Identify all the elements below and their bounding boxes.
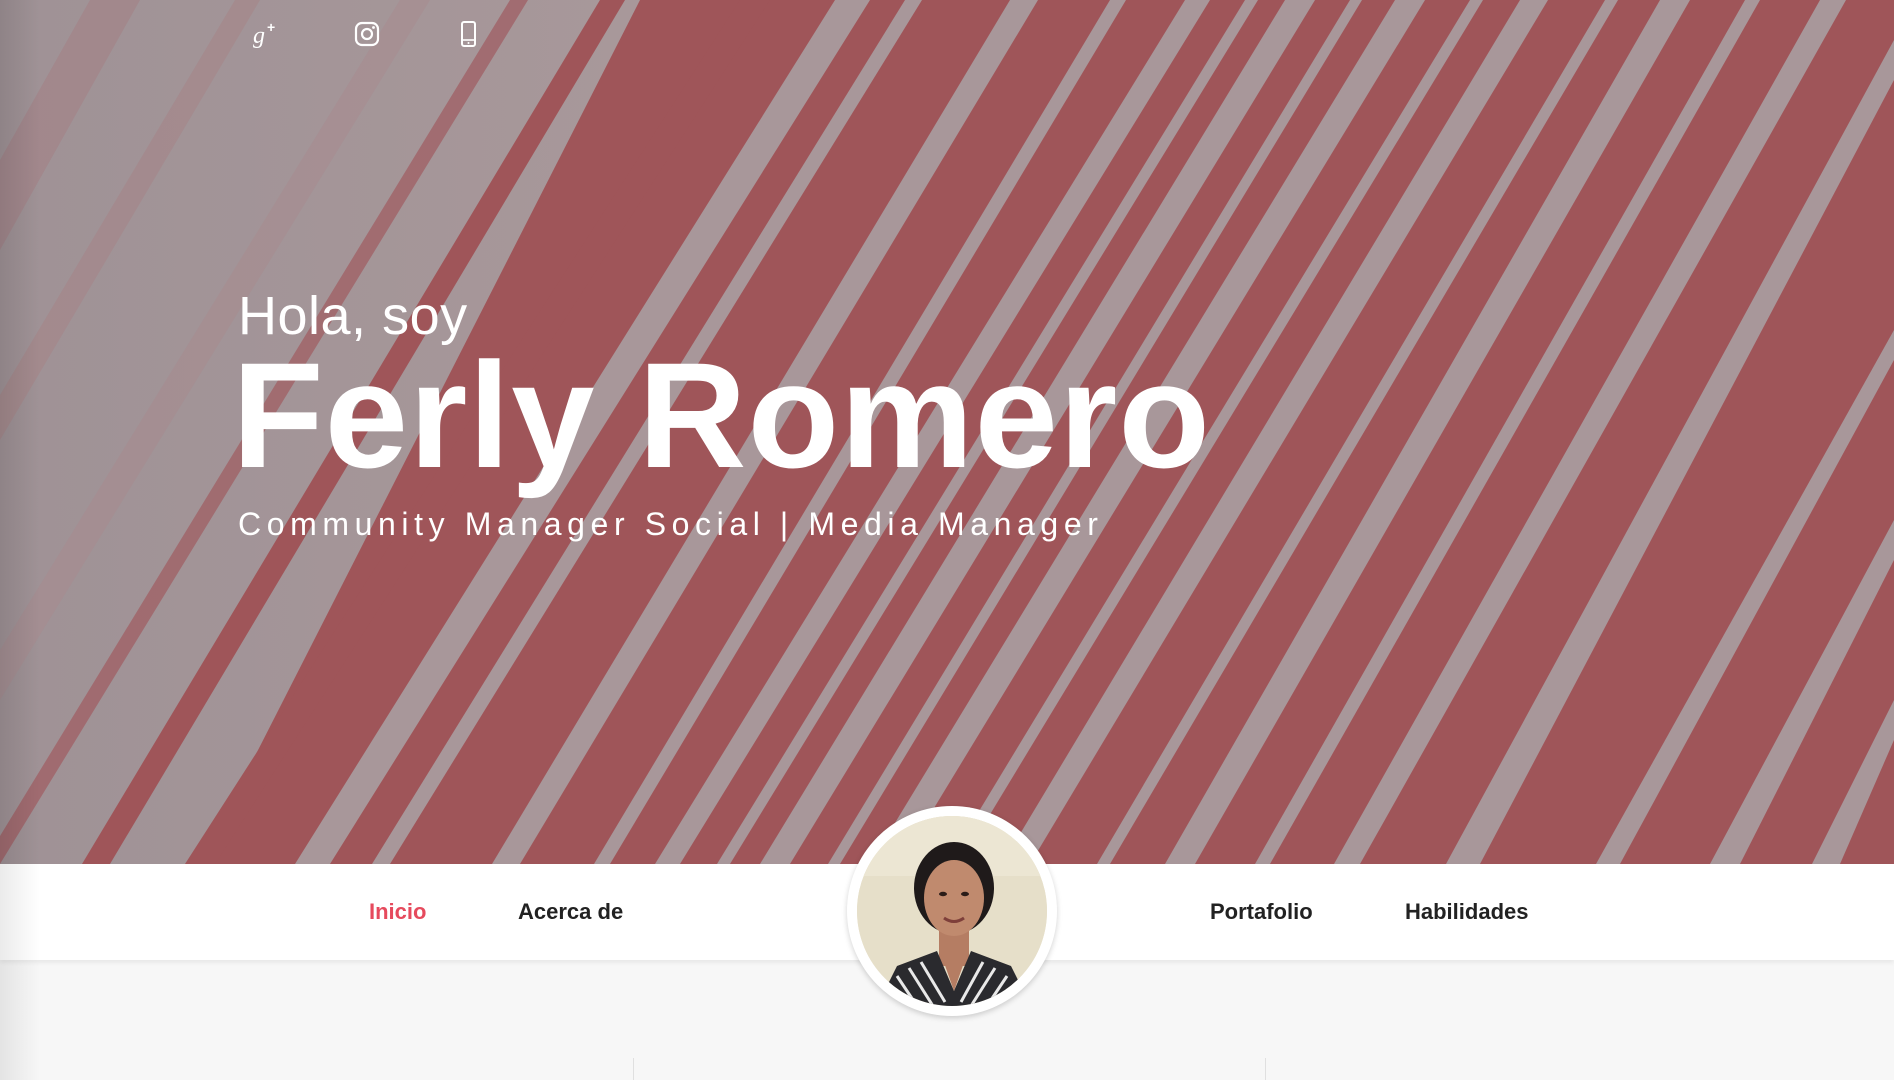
social-links: g +	[250, 18, 553, 50]
svg-text:+: +	[267, 19, 275, 35]
nav-item-habilidades[interactable]: Habilidades	[1405, 898, 1528, 926]
hero-role: Community Manager Social | Media Manager	[238, 506, 1104, 542]
left-edge-shade	[0, 864, 40, 1080]
nav-item-portafolio[interactable]: Portafolio	[1210, 898, 1313, 926]
section-divider	[1265, 1058, 1266, 1080]
profile-photo	[857, 816, 1047, 1006]
phone-icon[interactable]	[452, 18, 484, 50]
hero-name: Ferly Romero	[232, 331, 1211, 499]
nav-item-inicio[interactable]: Inicio	[369, 898, 426, 926]
nav-item-acerca-de[interactable]: Acerca de	[518, 898, 623, 926]
svg-text:g: g	[253, 23, 265, 49]
hero-banner: g + Hola, soy Ferly Romero Community Man…	[0, 0, 1894, 864]
instagram-icon[interactable]	[351, 18, 383, 50]
avatar[interactable]	[847, 806, 1057, 1016]
page: g + Hola, soy Ferly Romero Community Man…	[0, 0, 1894, 1080]
hero-intro: Hola, soy Ferly Romero Community Manager…	[232, 280, 1211, 544]
section-divider	[633, 1058, 634, 1080]
google-plus-icon[interactable]: g +	[250, 18, 282, 50]
